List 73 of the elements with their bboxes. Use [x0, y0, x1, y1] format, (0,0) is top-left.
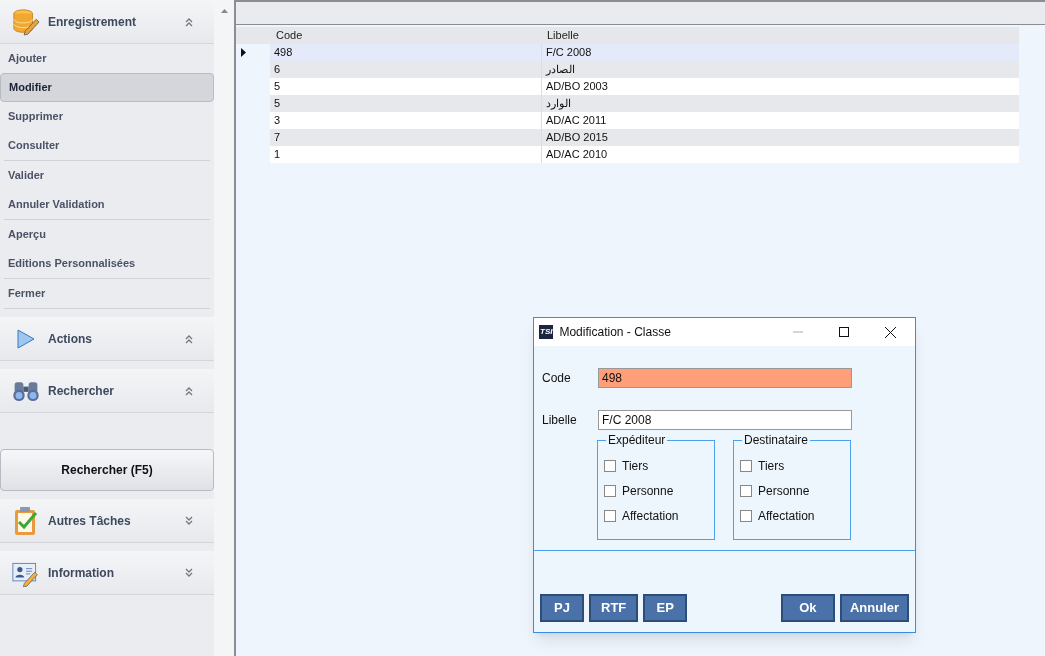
database-pencil-icon	[12, 7, 40, 36]
section-title: Rechercher	[48, 382, 115, 400]
app-logo: TSI	[539, 325, 554, 339]
menu-item[interactable]: Supprimer	[0, 102, 214, 131]
section-title: Actions	[48, 330, 92, 348]
action-button[interactable]: PJ	[540, 594, 584, 622]
table-row[interactable]: 498 F/C 2008	[236, 44, 1019, 61]
checkbox-label: Personne	[758, 483, 810, 500]
section-title: Enregistrement	[48, 13, 137, 31]
checkbox-label: Affectation	[758, 508, 815, 525]
field-label: Code	[542, 370, 572, 387]
clipboard-check-icon	[13, 505, 39, 536]
table-row[interactable]: 7 AD/BO 2015	[236, 129, 1019, 146]
table-cell-text: AD/AC 2011	[545, 113, 608, 129]
menu-item[interactable]: Modifier	[0, 73, 214, 102]
field-label: Libelle	[542, 412, 578, 429]
section-header[interactable]: Information	[0, 551, 214, 595]
text-field[interactable]: F/C 2008	[598, 410, 852, 430]
group-title: Expéditeur	[606, 433, 668, 447]
text-field[interactable]: 498	[598, 368, 852, 388]
menu-item[interactable]: Fermer	[0, 279, 214, 308]
column-header[interactable]: Libelle	[542, 27, 1019, 44]
menu-item[interactable]: Annuler Validation	[0, 190, 214, 219]
table-row[interactable]: 1 AD/AC 2010	[236, 146, 1019, 163]
scrollbar[interactable]	[214, 0, 236, 656]
menu-item[interactable]: Ajouter	[0, 44, 214, 73]
scroll-up-arrow-icon[interactable]	[220, 8, 228, 13]
window-title: Modification - Classe	[559, 324, 671, 341]
table-row[interactable]: 3 AD/AC 2011	[236, 112, 1019, 129]
checkbox[interactable]	[740, 510, 752, 522]
close-icon[interactable]	[885, 326, 896, 338]
checkbox[interactable]	[604, 510, 616, 522]
play-triangle-icon	[16, 327, 36, 350]
section-header[interactable]: Autres Tâches	[0, 499, 214, 543]
menu-item[interactable]: Consulter	[0, 131, 214, 160]
checkbox[interactable]	[740, 460, 752, 472]
row-pointer-icon	[241, 48, 246, 57]
menu-item[interactable]: Valider	[0, 161, 214, 190]
section-header[interactable]: Actions	[0, 317, 214, 361]
double-chevron-up-icon[interactable]	[184, 16, 194, 27]
table-cell-text: الوارد	[545, 96, 572, 112]
dialog-button[interactable]: Ok	[780, 594, 835, 622]
column-header[interactable]: Code	[270, 27, 542, 44]
section-title: Autres Tâches	[48, 512, 131, 530]
checkbox-label: Affectation	[622, 508, 679, 525]
double-chevron-up-icon[interactable]	[184, 333, 194, 344]
checkbox[interactable]	[604, 460, 616, 472]
action-button[interactable]: RTF	[589, 594, 639, 622]
dialog-button[interactable]: Annuler	[839, 594, 909, 622]
table-cell-text: AD/AC 2010	[545, 147, 609, 163]
group-title: Destinataire	[742, 433, 811, 447]
double-chevron-up-icon[interactable]	[184, 385, 194, 396]
section-title: Information	[48, 564, 114, 582]
checkbox[interactable]	[604, 485, 616, 497]
search-button[interactable]: Rechercher (F5)	[0, 449, 214, 491]
table-cell: 1	[270, 146, 542, 163]
table-cell-text: F/C 2008	[545, 45, 593, 61]
checkbox-label: Tiers	[622, 458, 649, 475]
section-header[interactable]: Rechercher	[0, 369, 214, 413]
table-cell-text: AD/BO 2015	[545, 130, 609, 146]
menu-item[interactable]: Editions Personnalisées	[0, 249, 214, 278]
action-button[interactable]: EP	[643, 594, 688, 622]
menu-item[interactable]: Aperçu	[0, 220, 214, 249]
checkbox[interactable]	[740, 485, 752, 497]
table-cell-text: AD/BO 2003	[545, 79, 609, 95]
double-chevron-down-icon[interactable]	[184, 515, 194, 526]
checkbox-label: Personne	[622, 483, 674, 500]
double-chevron-down-icon[interactable]	[184, 567, 194, 578]
section-header[interactable]: Enregistrement	[0, 0, 214, 44]
maximize-icon[interactable]	[839, 327, 849, 337]
table-row[interactable]: 5 AD/BO 2003	[236, 78, 1019, 95]
table-cell-text: الصادر	[544, 62, 576, 78]
checkbox-label: Tiers	[758, 458, 785, 475]
